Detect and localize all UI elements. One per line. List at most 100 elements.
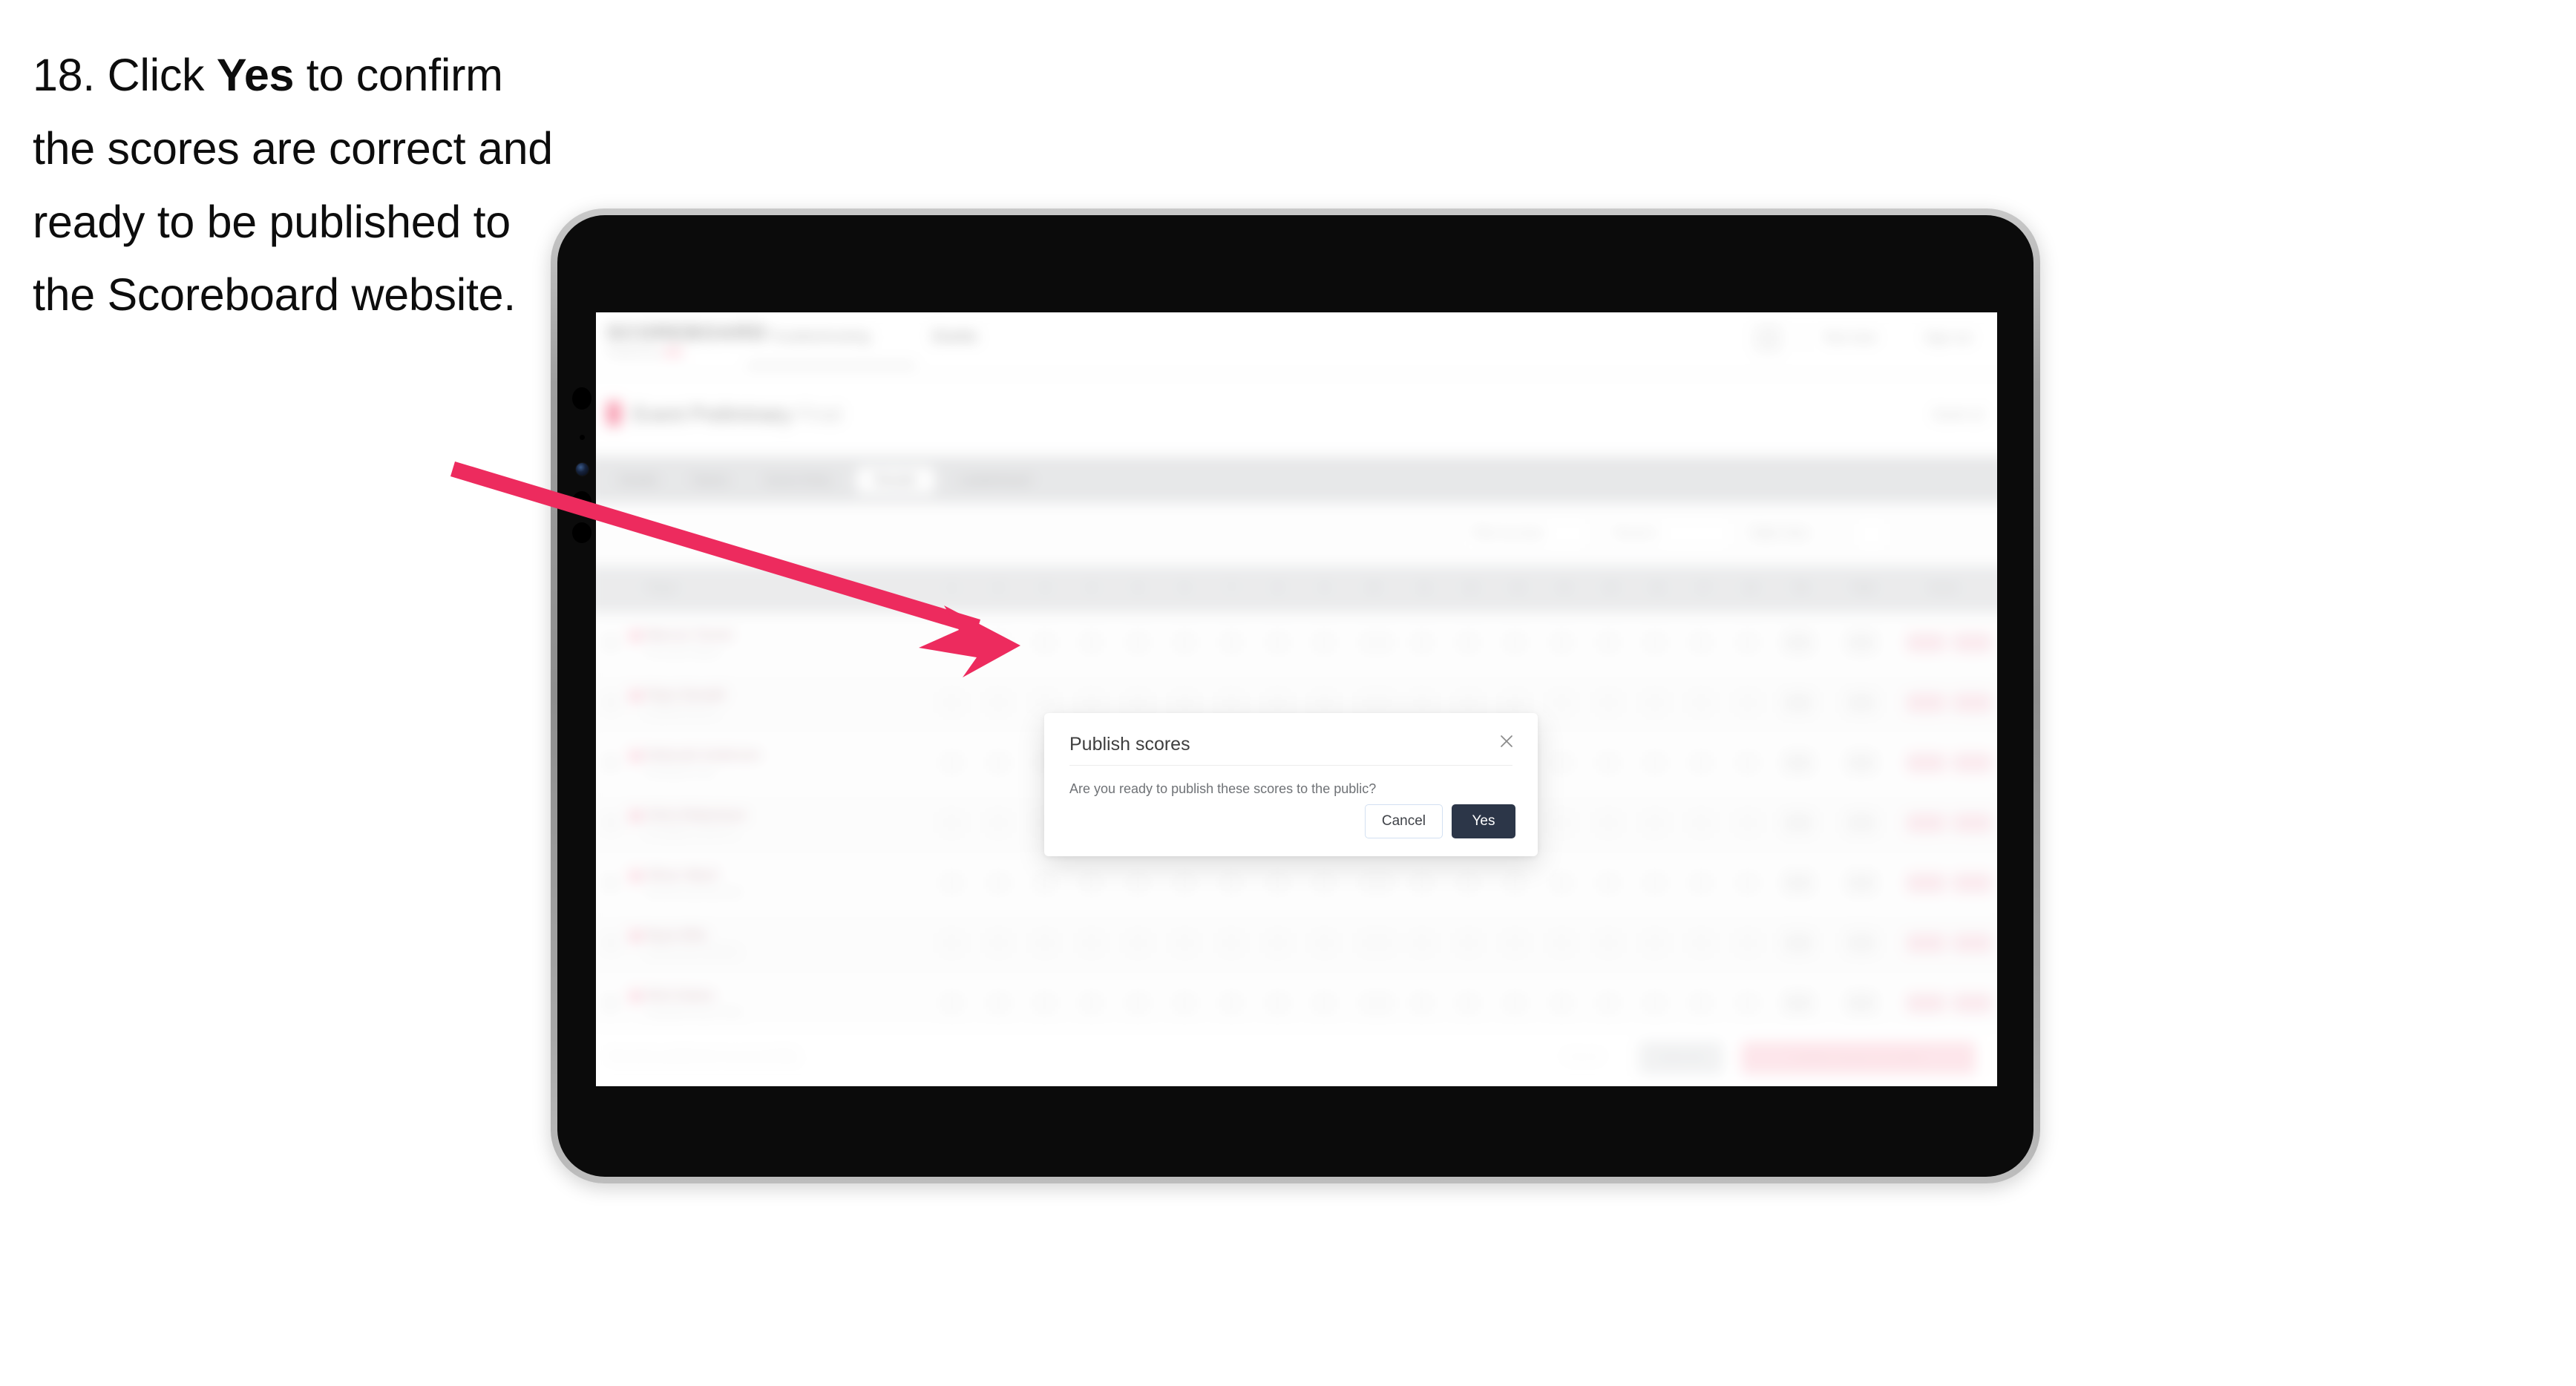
score-cell[interactable]	[940, 631, 963, 654]
score-cell[interactable]	[1313, 631, 1336, 654]
score-cell[interactable]	[1173, 692, 1196, 714]
score-cell[interactable]	[1410, 692, 1434, 714]
score-cell[interactable]	[1643, 812, 1666, 834]
score-cell[interactable]	[940, 932, 963, 954]
score-cell[interactable]	[1410, 992, 1434, 1014]
score-cell[interactable]	[1690, 812, 1713, 834]
nav-item-events[interactable]: Events	[933, 329, 977, 345]
score-cell[interactable]	[1313, 872, 1336, 894]
score-cell[interactable]	[1643, 752, 1666, 774]
score-cell[interactable]	[1504, 992, 1527, 1014]
tab-details[interactable]: Details	[606, 467, 672, 493]
score-cell[interactable]	[1550, 872, 1573, 894]
drag-handle[interactable]	[603, 815, 618, 831]
score-cell[interactable]	[1596, 692, 1620, 714]
score-cell[interactable]	[1173, 631, 1196, 654]
drag-handle[interactable]	[603, 935, 618, 951]
score-cell[interactable]	[1737, 692, 1760, 714]
tab-teams[interactable]: Teams	[679, 467, 741, 493]
score-cell[interactable]	[1457, 992, 1480, 1014]
table-row[interactable]: Nick Dukes Lakeside Rovers Club	[596, 973, 1997, 1034]
score-cell[interactable]	[1457, 932, 1480, 954]
footer-cancel-link[interactable]: Cancel	[1564, 1051, 1601, 1064]
score-cell[interactable]	[1643, 631, 1666, 654]
score-cell[interactable]	[940, 872, 963, 894]
score-cell[interactable]	[1360, 872, 1394, 894]
save-all-button[interactable]: Save All	[1639, 1041, 1723, 1074]
publish-scores-button[interactable]: Publish Scores To Public	[1741, 1041, 1976, 1074]
cancel-button[interactable]: Cancel	[1364, 804, 1443, 838]
filter-by-team-select[interactable]: Filter by team	[1460, 518, 1590, 550]
score-cell[interactable]	[1266, 992, 1289, 1014]
score-cell[interactable]	[1127, 631, 1150, 654]
score-cell[interactable]	[1643, 692, 1666, 714]
score-cell[interactable]	[1173, 932, 1196, 954]
score-cell[interactable]	[1550, 992, 1573, 1014]
score-cell[interactable]	[1127, 992, 1150, 1014]
score-cell[interactable]	[1457, 692, 1480, 714]
score-cell[interactable]	[1596, 872, 1620, 894]
avatar[interactable]	[1754, 324, 1783, 353]
score-cell[interactable]	[1080, 631, 1103, 654]
score-cell[interactable]	[987, 872, 1010, 894]
score-cell[interactable]	[1410, 631, 1434, 654]
score-cell[interactable]	[1219, 992, 1243, 1014]
score-cell[interactable]	[1504, 692, 1527, 714]
score-cell[interactable]	[1360, 692, 1394, 714]
score-cell[interactable]	[1173, 872, 1196, 894]
score-cell[interactable]	[1550, 631, 1573, 654]
score-cell[interactable]	[1127, 872, 1150, 894]
score-cell[interactable]	[1550, 692, 1573, 714]
table-row[interactable]: Oliver Ward Westhill Sporting Club	[596, 853, 1997, 914]
score-cell[interactable]	[1033, 992, 1057, 1014]
score-cell[interactable]	[1737, 932, 1760, 954]
score-cell[interactable]	[1173, 992, 1196, 1014]
score-cell[interactable]	[1219, 932, 1243, 954]
drag-handle[interactable]	[603, 755, 618, 771]
score-cell[interactable]	[1313, 932, 1336, 954]
score-cell[interactable]	[987, 992, 1010, 1014]
score-cell[interactable]	[1690, 872, 1713, 894]
score-cell[interactable]	[1550, 752, 1573, 774]
table-row[interactable]: Marcus Turner Riverside Athletic	[596, 613, 1997, 674]
yes-button[interactable]: Yes	[1452, 804, 1515, 838]
score-cell[interactable]	[1410, 932, 1434, 954]
score-cell[interactable]	[1080, 872, 1103, 894]
score-cell[interactable]	[1313, 692, 1336, 714]
score-cell[interactable]	[1690, 992, 1713, 1014]
score-cell[interactable]	[1737, 812, 1760, 834]
score-cell[interactable]	[1504, 932, 1527, 954]
score-cell[interactable]	[1410, 872, 1434, 894]
search-input[interactable]	[610, 533, 1362, 535]
score-cell[interactable]	[1033, 932, 1057, 954]
drag-handle[interactable]	[603, 694, 618, 711]
score-cell[interactable]	[1596, 932, 1620, 954]
score-cell[interactable]	[987, 752, 1010, 774]
score-cell[interactable]	[987, 692, 1010, 714]
score-cell[interactable]	[1266, 872, 1289, 894]
score-cell[interactable]	[1504, 872, 1527, 894]
score-cell[interactable]	[1313, 992, 1336, 1014]
score-cell[interactable]	[940, 752, 963, 774]
score-cell[interactable]	[1737, 872, 1760, 894]
score-cell[interactable]	[1737, 992, 1760, 1014]
score-cell[interactable]	[1737, 631, 1760, 654]
table-view-toggle[interactable]: Table View	[1750, 527, 1808, 540]
score-cell[interactable]	[1266, 692, 1289, 714]
round-select[interactable]: Round 1	[1602, 518, 1732, 550]
score-cell[interactable]	[1690, 631, 1713, 654]
score-cell[interactable]	[940, 992, 963, 1014]
score-cell[interactable]	[1033, 872, 1057, 894]
tab-leaderboard[interactable]: Leaderboard	[942, 467, 1047, 493]
drag-handle[interactable]	[603, 875, 618, 891]
score-cell[interactable]	[1127, 692, 1150, 714]
score-cell[interactable]	[1643, 932, 1666, 954]
score-cell[interactable]	[1033, 631, 1057, 654]
score-cell[interactable]	[1266, 932, 1289, 954]
score-cell[interactable]	[1219, 692, 1243, 714]
score-cell[interactable]	[1737, 752, 1760, 774]
score-cell[interactable]	[1127, 932, 1150, 954]
score-cell[interactable]	[1643, 872, 1666, 894]
score-cell[interactable]	[1690, 692, 1713, 714]
score-cell[interactable]	[1596, 812, 1620, 834]
